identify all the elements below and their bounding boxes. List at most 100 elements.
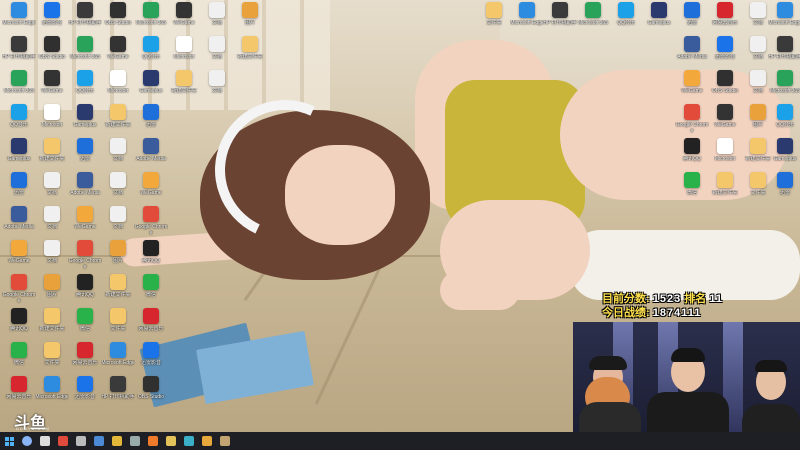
desktop-icon-label: 文件夹 (110, 326, 126, 332)
app-gold-icon[interactable] (198, 432, 216, 450)
desktop-icon-label: Microsoft Edge (2, 20, 36, 26)
desktop-icon-label: Microsoft 365 (69, 54, 100, 60)
app-icon (552, 2, 568, 18)
desktop-icon-label: 文件夹 (486, 20, 502, 26)
desktop-icon[interactable]: 新建文件夹 (233, 36, 267, 76)
app-icon (209, 2, 225, 18)
app-icon (242, 36, 258, 52)
desktop-icon[interactable]: Microsoft 365 (576, 2, 610, 42)
desktop-icon[interactable]: QQ音乐 (609, 2, 643, 42)
app-icon (143, 2, 159, 18)
desktop-icon-label: 网易云音乐 (72, 360, 98, 366)
app-icon (143, 376, 159, 392)
app-icon (143, 70, 159, 86)
app-icon (77, 104, 93, 120)
streamer-center (641, 322, 736, 432)
desktop-icon-label: 迅雷 (779, 190, 790, 196)
app-icon (11, 138, 27, 154)
app-icon (143, 274, 159, 290)
app-icon (750, 104, 766, 120)
sock (570, 230, 800, 300)
score-value: 1523 (652, 293, 682, 305)
app-blue-icon[interactable] (90, 432, 108, 450)
desktop-icon-label: 迅雷影音 (714, 54, 735, 60)
streamer-right (738, 322, 800, 432)
desktop-icon[interactable]: 迅雷 (768, 172, 800, 212)
desktop-icon[interactable]: HP 打印机助手 (101, 376, 135, 416)
rank-label: 排名 (684, 293, 707, 305)
app-orange-icon[interactable] (144, 432, 162, 450)
score-label: 目前分数: (602, 293, 650, 305)
desktop-icon-label: 新建文件夹 (237, 54, 263, 60)
desktop-icon[interactable]: 微信 (675, 172, 709, 212)
streamer-left (575, 322, 645, 432)
desktop-icon-label: 网易云音乐 (138, 326, 164, 332)
webcam-feed (573, 322, 800, 432)
rank-value: 11 (709, 293, 723, 305)
app-icon (777, 70, 793, 86)
desktop-icon[interactable]: Microsoft Edge (510, 2, 544, 42)
desktop-icon[interactable]: 新建文件夹 (167, 70, 201, 110)
desktop-icon-label: 文件夹 (44, 360, 60, 366)
start-button[interactable] (0, 432, 18, 450)
app-icon (684, 138, 700, 154)
app-icon (209, 36, 225, 52)
desktop-icon-label: Microsoft Edge (510, 20, 544, 26)
app-yellow-icon[interactable] (108, 432, 126, 450)
desktop-icon[interactable]: 文档 (200, 70, 234, 110)
desktop-icon[interactable]: OBS Studio (134, 376, 168, 416)
desktop-icon-label: 新建文件夹 (712, 190, 738, 196)
app-red-icon[interactable] (54, 432, 72, 450)
desktop-icon[interactable]: 新建文件夹 (708, 172, 742, 212)
score-overlay: 目前分数: 1523 排名 11 今日战绩: 1874111 (602, 292, 723, 320)
app-gray-icon[interactable] (72, 432, 90, 450)
desktop-icon-label: 文档 (46, 258, 57, 264)
app-icon (242, 2, 258, 18)
desktop-icon[interactable]: 文件夹 (477, 2, 511, 42)
app-icon (750, 36, 766, 52)
desktop-icon[interactable]: HP 打印机助手 (543, 2, 577, 42)
desktop-icon[interactable]: Gameplus (642, 2, 676, 42)
desktop-icon-label: 图片 (244, 20, 255, 26)
today-label: 今日战绩: (602, 307, 650, 319)
app-game-icon[interactable] (162, 432, 180, 450)
desktop-icon-label: HP 打印机助手 (768, 54, 800, 60)
desktop-icon-label: QQ音乐 (10, 122, 28, 128)
search-icon[interactable] (18, 432, 36, 450)
app-icon (143, 36, 159, 52)
desktop-icon-label: QQ音乐 (76, 88, 94, 94)
desktop-icon[interactable]: 迅雷影音 (68, 376, 102, 416)
app-cyan-icon[interactable] (180, 432, 198, 450)
app-icon (777, 172, 793, 188)
desktop-icon-label: OBS Studio (711, 88, 739, 94)
app-icon (44, 70, 60, 86)
desktop-icon-label: 网易云音乐 (6, 394, 32, 400)
desktop-icon-label: 网易云音乐 (712, 20, 738, 26)
app-doc-icon[interactable] (216, 432, 234, 450)
app-icon (110, 70, 126, 86)
hair (671, 348, 705, 362)
app-icon (11, 342, 27, 358)
app-icon (44, 2, 60, 18)
app-icon (110, 206, 126, 222)
app-icon (717, 70, 733, 86)
desktop-icon-label: 迅雷影音 (74, 394, 95, 400)
desktop-icon-label: 新建文件夹 (39, 156, 65, 162)
desktop-icon-label: 文档 (46, 224, 57, 230)
app-steam-icon[interactable] (126, 432, 144, 450)
app-icon (77, 138, 93, 154)
cap (589, 356, 627, 370)
app-icon (77, 206, 93, 222)
app-icon (44, 138, 60, 154)
desktop-icon-label: 新建文件夹 (39, 326, 65, 332)
desktop-icon-label: Adobe Media (70, 190, 100, 196)
app-icon (143, 104, 159, 120)
app-icon (717, 172, 733, 188)
desktop-icon-label: WeGame (107, 54, 129, 60)
desktop-icon-label: 文档 (46, 190, 57, 196)
app-icon (777, 104, 793, 120)
desktop-icon-label: Microsoft 365 (3, 88, 34, 94)
task-view-icon[interactable] (36, 432, 54, 450)
app-icon (11, 308, 27, 324)
app-icon (717, 2, 733, 18)
